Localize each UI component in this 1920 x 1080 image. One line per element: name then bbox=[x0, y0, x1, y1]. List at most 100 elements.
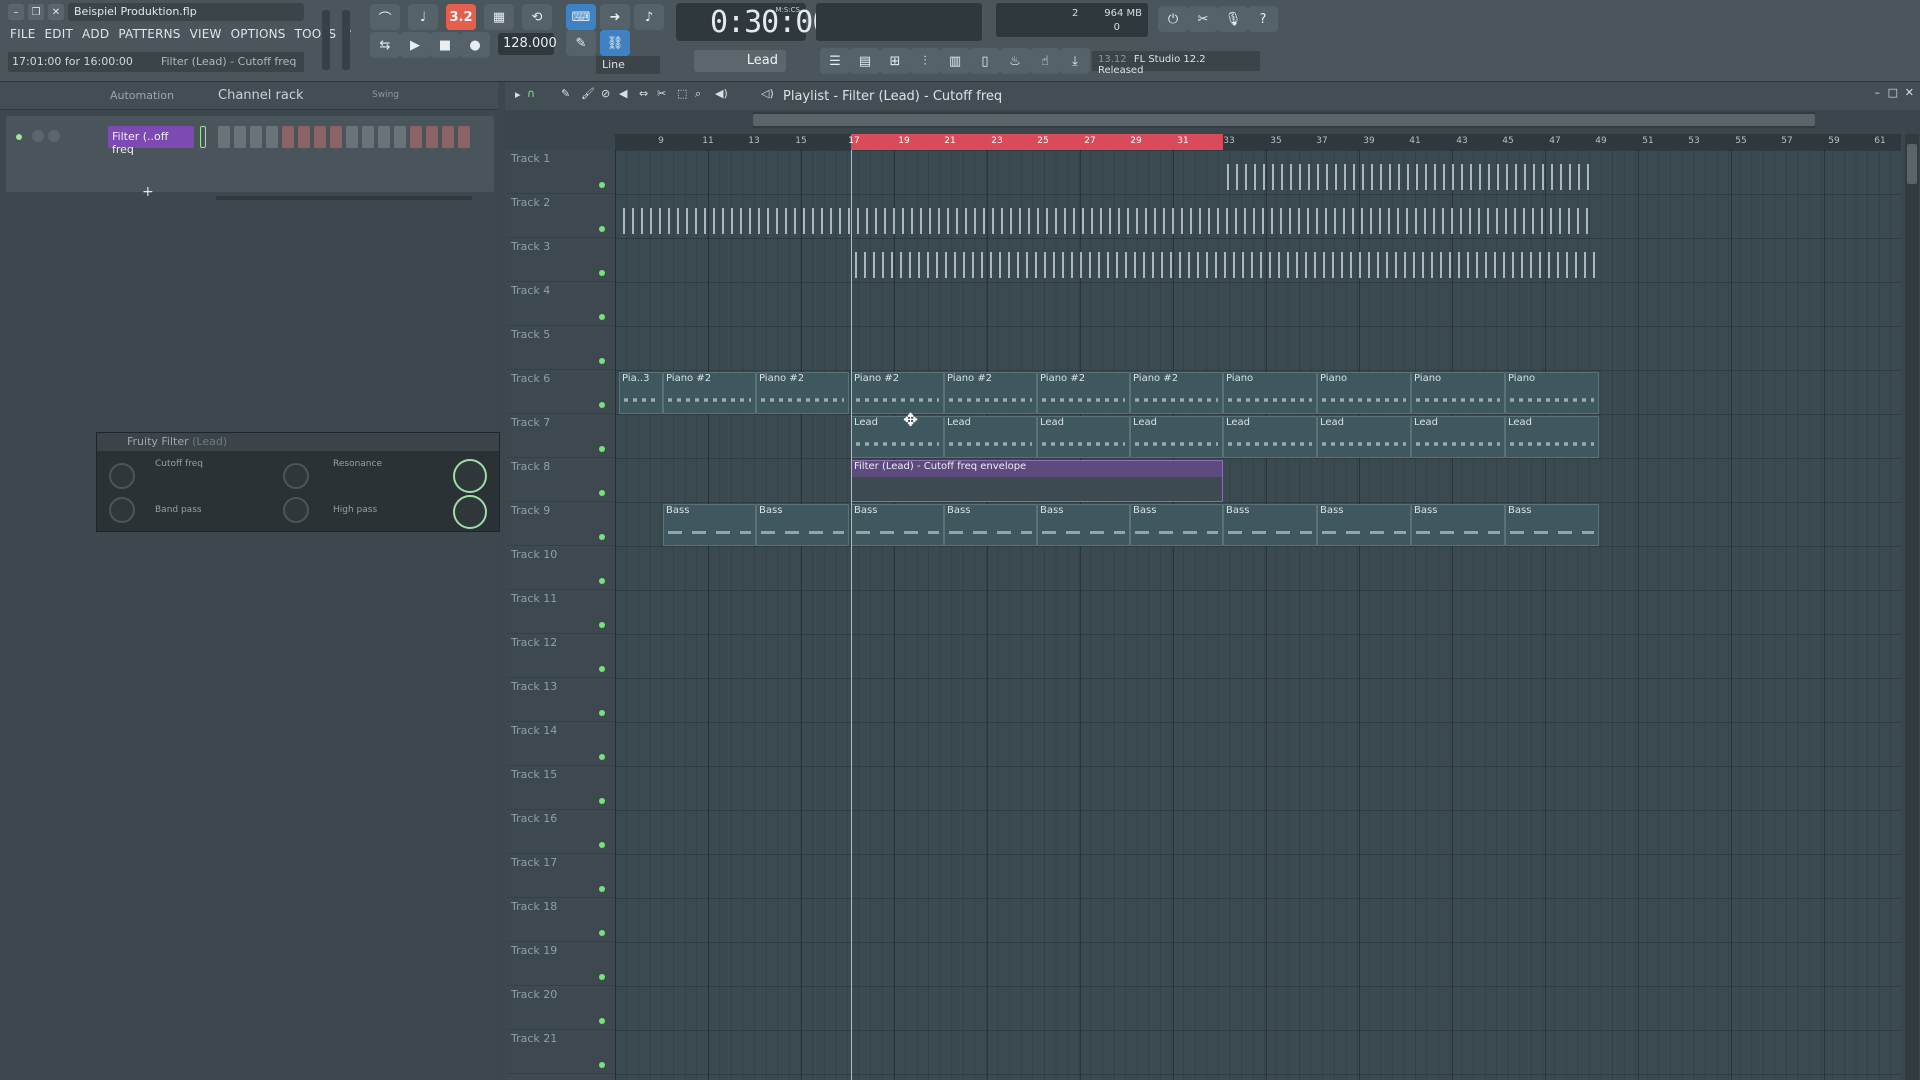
track-mute-led[interactable] bbox=[599, 226, 605, 232]
channel-led[interactable] bbox=[16, 134, 22, 140]
paint-tool-icon[interactable]: 🖌 bbox=[581, 87, 595, 100]
track-header[interactable]: Track 21 bbox=[507, 1030, 613, 1074]
track-mute-led[interactable] bbox=[599, 666, 605, 672]
track-mute-led[interactable] bbox=[599, 270, 605, 276]
pattern-clip-piano[interactable]: Piano #2 bbox=[851, 372, 944, 414]
typing-keyboard-icon[interactable]: ⌨ bbox=[566, 4, 596, 30]
menu-options[interactable]: OPTIONS bbox=[231, 27, 286, 41]
panic-icon[interactable]: ⏻ bbox=[1158, 6, 1188, 32]
delete-tool-icon[interactable]: ⊘ bbox=[601, 87, 610, 100]
step[interactable] bbox=[330, 126, 342, 148]
step[interactable] bbox=[410, 126, 422, 148]
track-header[interactable]: Track 3 bbox=[507, 238, 613, 282]
track-header[interactable]: Track 2 bbox=[507, 194, 613, 238]
channel-pan-knob[interactable] bbox=[32, 130, 44, 142]
link-icon[interactable]: ⛓ bbox=[600, 30, 630, 56]
timeline-ruler[interactable]: 9 11 13 15 17 19 21 23 25 27 29 31 33 35… bbox=[615, 134, 1901, 150]
pattern-meter[interactable]: 3.2 bbox=[446, 4, 476, 30]
track-mute-led[interactable] bbox=[599, 842, 605, 848]
pattern-clip-bass[interactable]: Bass bbox=[663, 504, 756, 546]
track-mute-led[interactable] bbox=[599, 754, 605, 760]
automation-clip[interactable]: Filter (Lead) - Cutoff freq envelope bbox=[851, 460, 1223, 502]
horizontal-scroll-thumb[interactable] bbox=[753, 114, 1815, 126]
plugin-title-bar[interactable]: Fruity Filter (Lead) bbox=[97, 433, 499, 451]
touch-keyboard-icon[interactable]: ☝ bbox=[1030, 48, 1060, 74]
track-mute-led[interactable] bbox=[599, 182, 605, 188]
track-mute-led[interactable] bbox=[599, 534, 605, 540]
track-header[interactable]: Track 6 bbox=[507, 370, 613, 414]
track-mute-led[interactable] bbox=[599, 622, 605, 628]
channel-button[interactable]: Filter (..off freq bbox=[108, 126, 194, 156]
step[interactable] bbox=[314, 126, 326, 148]
pattern-clip-bass[interactable]: Bass bbox=[1505, 504, 1599, 546]
draw-tool-icon[interactable]: ✎ bbox=[561, 87, 570, 100]
track-mute-led[interactable] bbox=[599, 402, 605, 408]
track-header[interactable]: Track 10 bbox=[507, 546, 613, 590]
track-mute-led[interactable] bbox=[599, 490, 605, 496]
track-mute-led[interactable] bbox=[599, 930, 605, 936]
step[interactable] bbox=[250, 126, 262, 148]
channel-volume-knob[interactable] bbox=[48, 130, 60, 142]
playback-tool-icon[interactable]: ◀) bbox=[715, 87, 728, 100]
track-header[interactable]: Track 7 bbox=[507, 414, 613, 458]
snap-selector[interactable]: Line bbox=[596, 56, 660, 74]
step[interactable] bbox=[394, 126, 406, 148]
pattern-clip-piano[interactable]: Piano bbox=[1411, 372, 1505, 414]
menu-patterns[interactable]: PATTERNS bbox=[118, 27, 180, 41]
pattern-clip-lead[interactable]: Lead bbox=[851, 416, 944, 458]
play-icon[interactable]: ▶ bbox=[400, 32, 430, 58]
track-mute-led[interactable] bbox=[599, 314, 605, 320]
mute-tool-icon[interactable]: ◀ bbox=[619, 87, 627, 100]
track-header[interactable]: Track 5 bbox=[507, 326, 613, 370]
select-tool-icon[interactable]: ⬚ bbox=[677, 87, 687, 100]
magnet-icon[interactable]: ∩ bbox=[527, 87, 535, 100]
track-mute-led[interactable] bbox=[599, 710, 605, 716]
settings-icon[interactable]: ✂ bbox=[1188, 6, 1218, 32]
track-mute-led[interactable] bbox=[599, 1018, 605, 1024]
pattern-clip-piano[interactable]: Pia..3 bbox=[619, 372, 663, 414]
resonance-knob[interactable] bbox=[283, 463, 309, 489]
pattern-clip-piano[interactable]: Piano bbox=[1505, 372, 1599, 414]
pattern-selector[interactable]: Lead bbox=[694, 50, 786, 72]
menu-file[interactable]: FILE bbox=[10, 27, 36, 41]
track-mute-led[interactable] bbox=[599, 358, 605, 364]
pattern-clip-piano[interactable]: Piano bbox=[1317, 372, 1411, 414]
track-header[interactable]: Track 15 bbox=[507, 766, 613, 810]
microphone-icon[interactable]: 🎙 bbox=[1218, 6, 1248, 32]
step-edit-icon[interactable]: ▦ bbox=[484, 4, 514, 30]
track-header[interactable]: Track 4 bbox=[507, 282, 613, 326]
track-header[interactable]: Track 8 bbox=[507, 458, 613, 502]
pattern-clip-drum[interactable] bbox=[1223, 152, 1599, 194]
plugin-db-icon[interactable]: ▯ bbox=[970, 48, 1000, 74]
pattern-song-icon[interactable]: ⇆ bbox=[370, 32, 400, 58]
pattern-clip-drum[interactable] bbox=[619, 196, 1599, 238]
track-header[interactable]: Track 19 bbox=[507, 942, 613, 986]
track-mute-led[interactable] bbox=[599, 974, 605, 980]
track-mute-led[interactable] bbox=[599, 578, 605, 584]
piano-roll-icon[interactable]: ▤ bbox=[850, 48, 880, 74]
browser-icon[interactable]: ▥ bbox=[940, 48, 970, 74]
download-icon[interactable]: ⤓ bbox=[1060, 48, 1090, 74]
pattern-clip-bass[interactable]: Bass bbox=[1223, 504, 1317, 546]
track-header[interactable]: Track 17 bbox=[507, 854, 613, 898]
countdown-icon[interactable]: ♪ bbox=[634, 4, 664, 30]
pattern-clip-bass[interactable]: Bass bbox=[851, 504, 944, 546]
pattern-clip-hats[interactable] bbox=[851, 240, 1599, 282]
blend-notes-icon[interactable]: ✎ bbox=[566, 30, 596, 56]
time-display[interactable]: 0:30:00 M:S:CS bbox=[676, 3, 830, 41]
track-mute-led[interactable] bbox=[599, 886, 605, 892]
zoom-tool-icon[interactable]: ⌕ bbox=[695, 87, 701, 101]
restore-icon[interactable]: ❐ bbox=[28, 4, 44, 20]
menu-edit[interactable]: EDIT bbox=[45, 27, 74, 41]
vertical-scroll-thumb[interactable] bbox=[1907, 144, 1917, 184]
step[interactable] bbox=[346, 126, 358, 148]
slice-tool-icon[interactable]: ✂ bbox=[657, 87, 666, 100]
menu-view[interactable]: VIEW bbox=[190, 27, 222, 41]
track-header[interactable]: Track 12 bbox=[507, 634, 613, 678]
step[interactable] bbox=[218, 126, 230, 148]
pattern-clip-piano[interactable]: Piano #2 bbox=[1130, 372, 1223, 414]
step[interactable] bbox=[426, 126, 438, 148]
high-pass-knob[interactable] bbox=[283, 497, 309, 523]
channel-rack-icon[interactable]: ⊞ bbox=[880, 48, 910, 74]
minimize-icon[interactable]: – bbox=[8, 4, 24, 20]
